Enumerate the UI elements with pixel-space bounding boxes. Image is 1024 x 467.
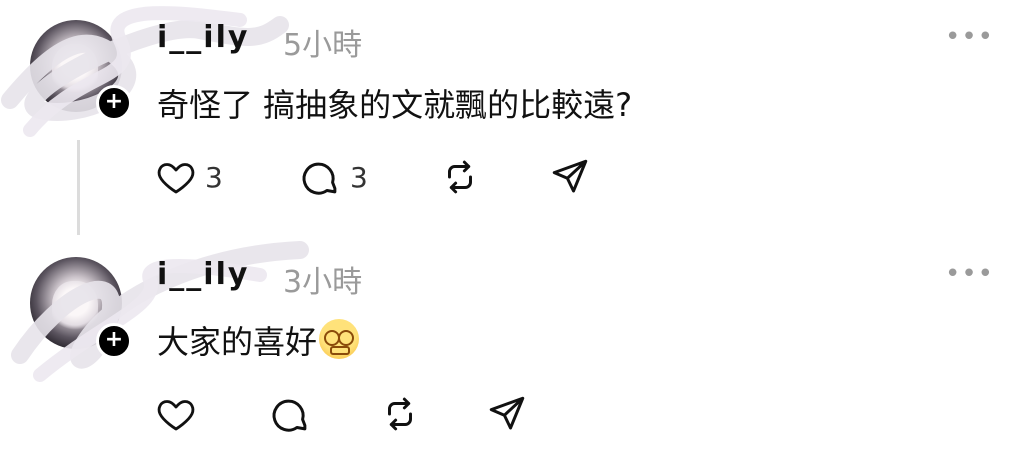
post-1: + i__ily 5小時 ••• 奇怪了 搞抽象的文就飄的比較遠? 3 3 xyxy=(0,0,1024,235)
reply-button[interactable]: 3 xyxy=(298,155,368,199)
action-bar: 3 3 xyxy=(155,155,615,199)
follow-badge[interactable]: + xyxy=(96,323,132,359)
post-text: 奇怪了 搞抽象的文就飄的比較遠? xyxy=(157,86,633,124)
dizzy-face-emoji xyxy=(319,319,360,359)
timestamp: 3小時 xyxy=(283,265,363,300)
action-bar xyxy=(155,392,555,436)
send-icon xyxy=(552,159,588,193)
comment-icon xyxy=(272,399,307,432)
post-2: + i__ily 3小時 ••• 大家的喜好 xyxy=(0,235,1024,467)
repost-button[interactable] xyxy=(378,392,422,436)
timestamp: 5小時 xyxy=(283,28,363,63)
share-button[interactable] xyxy=(548,155,592,199)
comment-icon xyxy=(302,162,337,195)
more-options-button[interactable]: ••• xyxy=(945,22,994,52)
thread-line xyxy=(77,140,80,235)
username[interactable]: i__ily xyxy=(157,257,249,292)
repost-icon xyxy=(448,160,472,194)
post-text-value: 大家的喜好 xyxy=(157,323,318,361)
like-button[interactable]: 3 xyxy=(155,155,223,199)
more-options-button[interactable]: ••• xyxy=(945,259,994,289)
reply-button[interactable] xyxy=(268,392,312,436)
post-text: 大家的喜好 xyxy=(157,317,360,363)
reply-count: 3 xyxy=(350,160,368,194)
like-button[interactable] xyxy=(155,392,197,436)
like-count: 3 xyxy=(205,160,223,194)
heart-icon xyxy=(157,400,195,431)
share-button[interactable] xyxy=(485,392,529,436)
repost-icon xyxy=(388,397,412,431)
send-icon xyxy=(489,396,525,430)
repost-button[interactable] xyxy=(438,155,482,199)
username[interactable]: i__ily xyxy=(157,20,249,55)
follow-badge[interactable]: + xyxy=(96,85,132,121)
heart-icon xyxy=(157,163,195,194)
